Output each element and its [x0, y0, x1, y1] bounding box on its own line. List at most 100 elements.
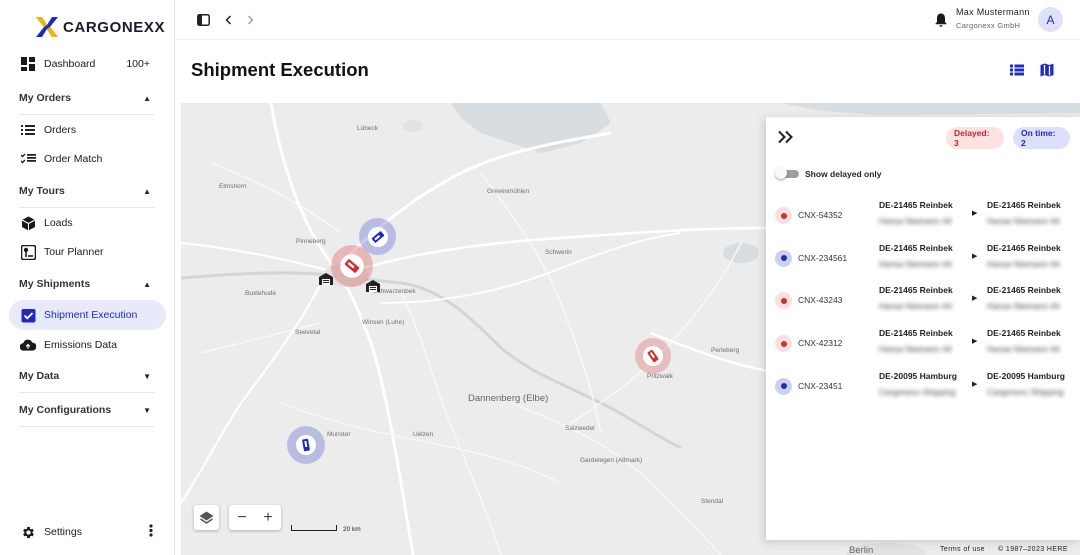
- toggle-knob: [775, 167, 787, 179]
- shipment-marker-ontime[interactable]: [287, 426, 325, 464]
- section-my-configurations[interactable]: My Configurations ▼: [0, 394, 175, 426]
- sidebar-item-dashboard[interactable]: Dashboard 100+: [0, 49, 175, 79]
- brand-name: CARGONEXX: [63, 18, 166, 36]
- sidebar-item-order-match[interactable]: Order Match: [0, 144, 175, 174]
- box-icon: [20, 215, 36, 231]
- user-company: Cargonexx GmbH: [956, 21, 1021, 30]
- sidebar-item-loads[interactable]: Loads: [0, 208, 175, 238]
- map-label-lubeck: Lübeck: [357, 125, 378, 132]
- shipment-row[interactable]: CNX-43243 DE-21465 Reinbek Hanse Niemann 4…: [766, 285, 1080, 327]
- list-view-icon[interactable]: [1007, 60, 1027, 80]
- shipment-id: CNX-42312: [798, 338, 843, 349]
- destination-address: DE-21465 Reinbek: [987, 242, 1061, 253]
- notification-bell-icon[interactable]: [931, 10, 951, 30]
- destination-address: DE-21465 Reinbek: [987, 200, 1061, 210]
- sidebar-item-label: Shipment Execution: [44, 309, 138, 321]
- origin-address: DE-21465 Reinbek: [879, 328, 953, 339]
- caret-up-icon: ▲: [143, 186, 151, 196]
- section-my-shipments[interactable]: My Shipments ▲: [0, 268, 175, 300]
- page-title: Shipment Execution: [191, 59, 369, 80]
- sidebar-item-label: Loads: [44, 217, 73, 229]
- sidebar-toggle-icon[interactable]: [193, 10, 213, 30]
- delayed-count-badge[interactable]: Delayed: 3: [946, 127, 1004, 149]
- map-label-stendal: Stendal: [701, 498, 724, 505]
- back-chevron-icon[interactable]: [218, 10, 238, 30]
- sidebar-item-label: Order Match: [44, 153, 103, 165]
- forward-chevron-icon[interactable]: [240, 10, 260, 30]
- origin-detail: Hanse Niemann 44: [879, 258, 952, 269]
- status-dot: [780, 255, 787, 262]
- map-label-grevesmuhlen: Grevesmühlen: [487, 188, 530, 195]
- more-vertical-icon[interactable]: [149, 524, 153, 540]
- map-label-dannenberg: Dannenberg (Elbe): [468, 393, 549, 404]
- arrow-right-icon: ▶: [972, 295, 978, 303]
- destination-detail: Hanse Niemann 44: [987, 258, 1060, 269]
- sidebar-item-tour-planner[interactable]: Tour Planner: [0, 237, 175, 267]
- map-label-neumunster-area: Elmshorn: [219, 183, 247, 190]
- avatar[interactable]: A: [1038, 7, 1063, 32]
- list-icon: [20, 122, 36, 138]
- map-label-pritzwalk: Pritzwalk: [647, 373, 674, 380]
- show-delayed-toggle[interactable]: [775, 167, 799, 179]
- sidebar-item-label: Emissions Data: [44, 339, 117, 351]
- dashboard-count-badge: 100+: [126, 58, 150, 70]
- zoom-in-button[interactable]: +: [255, 509, 281, 527]
- zoom-out-button[interactable]: −: [229, 509, 255, 527]
- section-label: My Data: [19, 370, 60, 382]
- dashboard-icon: [20, 56, 36, 72]
- gear-icon: [20, 524, 36, 540]
- origin-detail: Cargonexx Shipping: [879, 386, 956, 397]
- brand-logo[interactable]: CARGONEXX: [36, 17, 165, 37]
- status-dot: [780, 297, 787, 304]
- map-scale-label: 20 km: [343, 526, 361, 533]
- status-dot: [780, 212, 787, 219]
- layers-icon: [199, 511, 214, 524]
- shipment-panel: Delayed: 3 On time: 2 Show delayed only …: [766, 117, 1080, 540]
- arrow-right-icon: ▶: [972, 252, 978, 260]
- terms-of-use-link[interactable]: Terms of use: [940, 546, 985, 553]
- map-label-salzwedel: Salzwedel: [565, 425, 595, 432]
- sidebar-item-label: Tour Planner: [44, 246, 104, 258]
- section-my-tours[interactable]: My Tours ▲: [0, 175, 175, 207]
- sidebar-item-emissions-data[interactable]: Emissions Data: [0, 330, 175, 360]
- divider: [19, 426, 155, 427]
- caret-up-icon: ▲: [143, 93, 151, 103]
- map-label-gardelegen: Gardelegen (Altmark): [580, 457, 643, 464]
- shipment-row[interactable]: CNX-54352 DE-21465 Reinbek Hanse Niemann 4…: [766, 200, 1080, 242]
- warehouse-icon[interactable]: [317, 270, 335, 288]
- toggle-label: Show delayed only: [805, 169, 882, 179]
- section-my-orders[interactable]: My Orders ▲: [0, 82, 175, 114]
- shipment-row[interactable]: CNX-42312 DE-21465 Reinbek Hanse Niemann 4…: [766, 328, 1080, 370]
- sidebar-item-shipment-execution[interactable]: Shipment Execution: [0, 300, 175, 330]
- destination-detail: Hanse Niemann 44: [987, 216, 1060, 226]
- collapse-panel-icon[interactable]: [778, 130, 796, 148]
- shipment-marker-delayed[interactable]: [635, 338, 671, 374]
- truck-ontime-icon: [367, 226, 388, 247]
- warehouse-icon[interactable]: [364, 277, 382, 295]
- section-my-data[interactable]: My Data ▼: [0, 360, 175, 392]
- section-label: My Tours: [19, 185, 65, 197]
- checklist-icon: [20, 151, 36, 167]
- shipment-row[interactable]: CNX-234561 DE-21465 Reinbek Hanse Niemann …: [766, 243, 1080, 285]
- map-label-perleberg: Perleberg: [711, 347, 740, 354]
- origin-detail: Hanse Niemann 44: [879, 216, 952, 226]
- sidebar-item-settings[interactable]: Settings: [0, 517, 175, 547]
- section-label: My Shipments: [19, 278, 91, 290]
- ontime-count-badge[interactable]: On time: 2: [1013, 127, 1070, 149]
- status-ontime-indicator: [775, 377, 792, 395]
- origin-address: DE-21465 Reinbek: [879, 242, 953, 253]
- top-bar: Max Mustermann Cargonexx GmbH A: [175, 0, 1080, 40]
- assignment-check-icon: [20, 307, 36, 323]
- map-label-schwerin: Schwerin: [545, 249, 572, 256]
- shipment-id: CNX-23451: [798, 380, 843, 391]
- status-dot: [780, 340, 787, 347]
- map-view-icon[interactable]: [1037, 60, 1057, 80]
- caret-down-icon: ▼: [143, 405, 151, 415]
- shipment-row[interactable]: CNX-23451 DE-20095 Hamburg Cargonexx Shipp…: [766, 371, 1080, 413]
- layers-button[interactable]: [194, 505, 219, 530]
- cargonexx-logo-icon: [36, 17, 58, 37]
- section-label: My Orders: [19, 92, 71, 104]
- sidebar-item-orders[interactable]: Orders: [0, 115, 175, 145]
- map-scale-bar: [291, 525, 337, 531]
- shipment-id: CNX-234561: [798, 252, 848, 263]
